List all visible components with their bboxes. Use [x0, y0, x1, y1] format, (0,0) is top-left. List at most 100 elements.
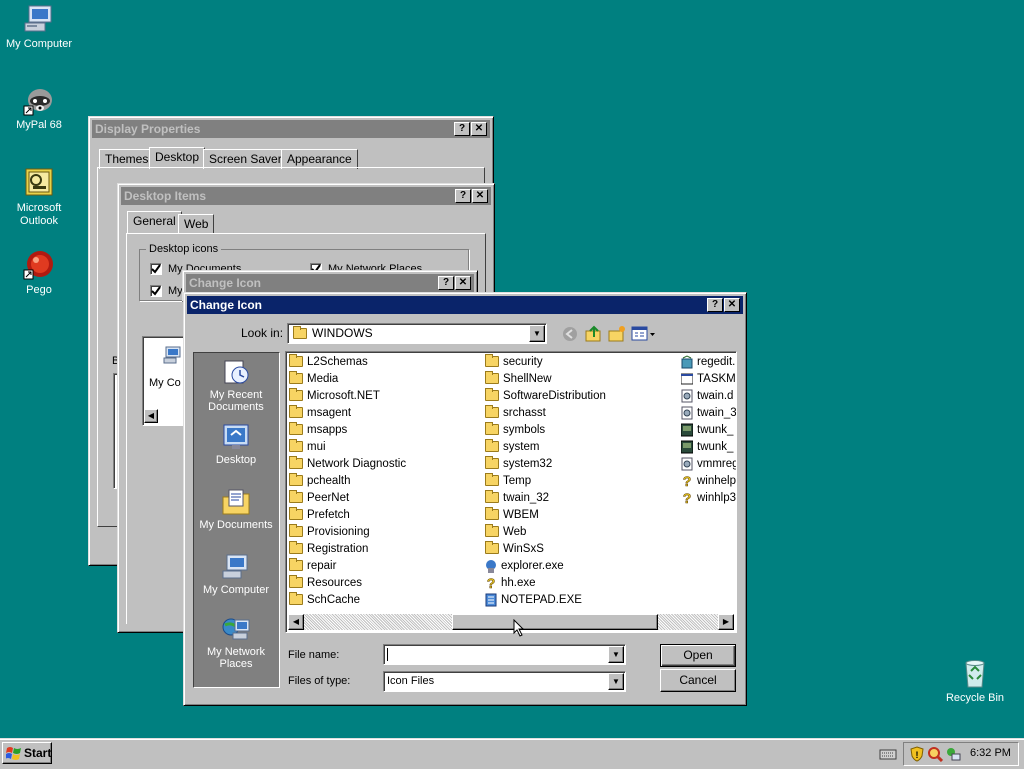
checkbox-my-documents[interactable]: [150, 263, 162, 275]
file-list-item[interactable]: Network Diagnostic: [289, 456, 406, 473]
look-in-dropdown[interactable]: WINDOWS ▼: [287, 323, 547, 344]
file-list-item[interactable]: Microsoft.NET: [289, 388, 380, 405]
chevron-down-icon[interactable]: ▼: [529, 325, 545, 342]
new-folder-icon[interactable]: [608, 325, 626, 343]
group-label: Desktop icons: [146, 243, 222, 255]
scroll-left-button[interactable]: ◀: [144, 409, 158, 423]
file-list-item[interactable]: WinSxS: [485, 541, 544, 558]
file-list-item[interactable]: SoftwareDistribution: [485, 388, 606, 405]
file-list-item[interactable]: Registration: [289, 541, 368, 558]
folder-icon: [289, 354, 303, 368]
file-list-item[interactable]: ? hh.exe: [485, 575, 535, 592]
file-list-item[interactable]: Web: [485, 524, 526, 541]
checkbox-my[interactable]: [150, 285, 162, 297]
tab-screen-saver[interactable]: Screen Saver: [203, 149, 288, 169]
chevron-down-icon[interactable]: ▼: [608, 646, 624, 663]
file-name: NOTEPAD.EXE: [501, 594, 582, 606]
file-name-label: File name:: [288, 649, 340, 661]
file-list-item[interactable]: msagent: [289, 405, 351, 422]
file-list-item[interactable]: ShellNew: [485, 371, 552, 388]
desktop-icon-mypal[interactable]: MyPal 68: [1, 84, 77, 132]
file-list-item[interactable]: Temp: [485, 473, 531, 490]
file-list-item[interactable]: twain_3: [681, 405, 736, 422]
close-button[interactable]: ✕: [471, 122, 487, 136]
file-list-item[interactable]: explorer.exe: [485, 558, 564, 575]
file-list[interactable]: L2Schemas Media Microsoft.NET msagent msapps…: [285, 351, 737, 633]
file-list-item[interactable]: ? winhlp3: [681, 490, 736, 507]
scroll-left-button[interactable]: ◀: [288, 614, 304, 630]
file-list-item[interactable]: mui: [289, 439, 326, 456]
open-button[interactable]: Open: [660, 644, 736, 667]
file-name: regedit.: [697, 356, 736, 368]
file-list-item[interactable]: L2Schemas: [289, 354, 368, 371]
file-list-item[interactable]: TASKM: [680, 371, 736, 388]
tab-web[interactable]: Web: [178, 214, 215, 234]
close-button[interactable]: ✕: [472, 189, 488, 203]
help-button[interactable]: ?: [438, 276, 454, 290]
folder-icon: [293, 326, 307, 339]
file-list-item[interactable]: Prefetch: [289, 507, 350, 524]
file-list-item[interactable]: security: [485, 354, 543, 371]
file-list-item[interactable]: Resources: [289, 575, 362, 592]
place-my-recent-documents[interactable]: My Recent Documents: [194, 357, 278, 413]
file-list-item[interactable]: twunk_: [680, 439, 733, 456]
change-icon-titlebar[interactable]: Change Icon ? ✕: [187, 296, 743, 314]
file-list-item[interactable]: twain_32: [485, 490, 549, 507]
shield-icon[interactable]: !: [909, 746, 925, 762]
start-button[interactable]: Start: [2, 742, 52, 764]
cancel-button[interactable]: Cancel: [660, 669, 736, 692]
desktop-icon: [221, 422, 251, 452]
desktop-icon-recycle-bin[interactable]: Recycle Bin: [937, 657, 1013, 705]
file-list-item[interactable]: symbols: [485, 422, 545, 439]
desktop-icon-pego[interactable]: Pego: [1, 249, 77, 297]
desktop-icon-outlook[interactable]: Microsoft Outlook: [1, 167, 77, 228]
place-my-documents[interactable]: My Documents: [194, 487, 278, 531]
place-my-network-places[interactable]: My Network Places: [194, 614, 278, 670]
file-list-item[interactable]: regedit.: [681, 354, 735, 371]
tab-appearance[interactable]: Appearance: [281, 149, 358, 169]
desktop-icon-my-computer[interactable]: My Computer: [1, 3, 77, 51]
file-list-item[interactable]: repair: [289, 558, 336, 575]
change-icon-titlebar-inactive[interactable]: Change Icon ? ✕: [186, 274, 474, 292]
place-desktop[interactable]: Desktop: [194, 422, 278, 466]
file-list-item[interactable]: system32: [485, 456, 552, 473]
files-of-type-dropdown[interactable]: Icon Files ▼: [383, 671, 626, 692]
network-status-icon[interactable]: [945, 746, 961, 762]
folder-icon: [289, 439, 303, 453]
file-name-input[interactable]: ▼: [383, 644, 626, 665]
view-menu-icon[interactable]: [631, 325, 657, 343]
file-list-item[interactable]: WBEM: [485, 507, 539, 524]
file-list-item[interactable]: Provisioning: [289, 524, 370, 541]
file-list-item[interactable]: twunk_: [680, 422, 733, 439]
search-magnifier-icon[interactable]: [927, 746, 944, 763]
file-list-item[interactable]: NOTEPAD.EXE: [485, 592, 582, 609]
up-folder-icon[interactable]: [585, 325, 603, 343]
display-properties-titlebar[interactable]: Display Properties ? ✕: [92, 120, 490, 138]
help-button[interactable]: ?: [454, 122, 470, 136]
file-list-item[interactable]: PeerNet: [289, 490, 349, 507]
file-list-item[interactable]: vmmreg: [681, 456, 736, 473]
chevron-down-icon[interactable]: ▼: [608, 673, 624, 690]
desktop-items-titlebar[interactable]: Desktop Items ? ✕: [121, 187, 491, 205]
file-list-item[interactable]: pchealth: [289, 473, 350, 490]
file-list-item[interactable]: twain.d: [681, 388, 733, 405]
file-list-item[interactable]: Media: [289, 371, 338, 388]
file-list-item[interactable]: srchasst: [485, 405, 546, 422]
file-list-item[interactable]: ? winhelp: [681, 473, 736, 490]
back-icon[interactable]: [562, 326, 578, 342]
tab-general[interactable]: General: [127, 211, 182, 233]
help-button[interactable]: ?: [707, 298, 723, 312]
keyboard-icon[interactable]: [879, 747, 897, 761]
file-list-item[interactable]: msapps: [289, 422, 347, 439]
place-my-computer[interactable]: My Computer: [194, 552, 278, 596]
tab-themes[interactable]: Themes: [99, 149, 155, 169]
tab-desktop[interactable]: Desktop: [149, 147, 206, 169]
file-list-item[interactable]: SchCache: [289, 592, 360, 609]
horizontal-scrollbar[interactable]: ◀ ▶: [288, 614, 734, 630]
file-list-item[interactable]: system: [485, 439, 539, 456]
scroll-thumb[interactable]: [452, 614, 658, 630]
close-button[interactable]: ✕: [724, 298, 740, 312]
close-button[interactable]: ✕: [455, 276, 471, 290]
help-button[interactable]: ?: [455, 189, 471, 203]
scroll-right-button[interactable]: ▶: [718, 614, 734, 630]
